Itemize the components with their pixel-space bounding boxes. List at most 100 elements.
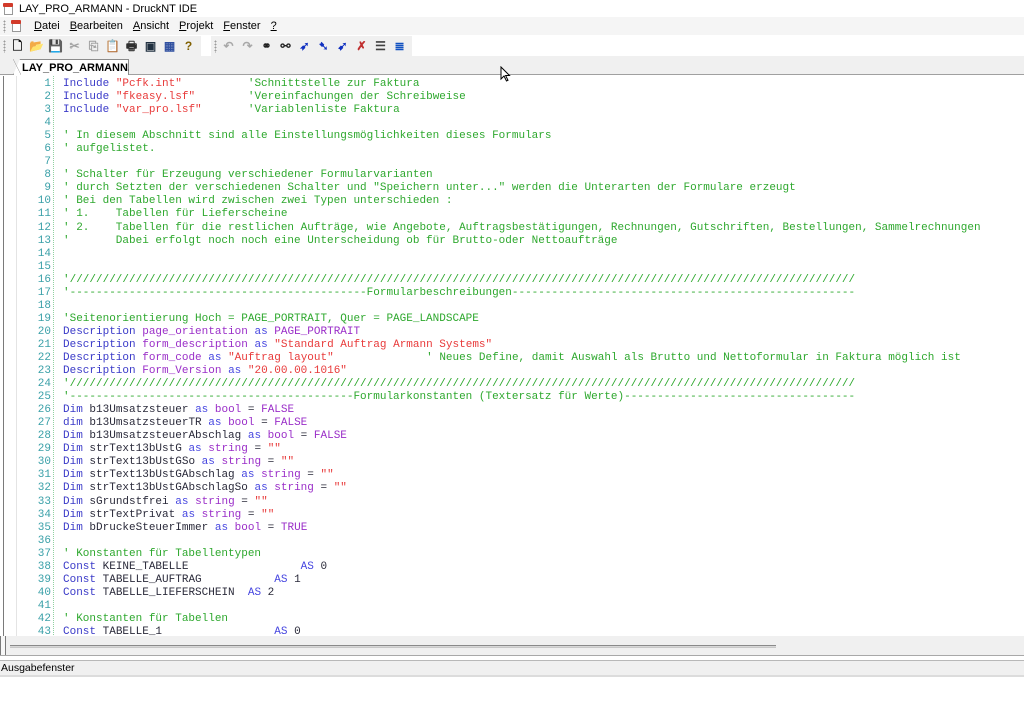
code-line[interactable]: 24 '/////////////////////////////////////… [0,378,1024,391]
tab-label: LAY_PRO_ARMANN.usf [22,61,148,74]
identifier: KEINE_TABELLE [102,560,189,573]
toolbar-grip-handle[interactable] [214,39,217,53]
line-number: 24 [37,378,51,391]
line-number: 17 [37,286,51,299]
document-menu-icon[interactable] [11,19,25,33]
code-line[interactable]: 21 Description form_description as "Stand… [0,339,1024,352]
menubar-grip-handle[interactable] [3,19,6,33]
code-content: ' aufgelistet. [63,143,155,156]
redo-button[interactable]: ↷ [240,38,256,54]
code-line[interactable]: 18 [0,300,1024,313]
bookmark-clear-button[interactable]: ✗ [354,38,370,54]
find-replace-button[interactable]: ⚯ [278,38,294,54]
menu-bar: Datei Bearbeiten Ansicht Projekt Fenster? [0,17,1024,35]
code-line[interactable]: 15 [0,261,1024,274]
outline-list-icon: ☰ [375,39,386,53]
paste-button[interactable]: 📋 [105,38,121,54]
line-number: 26 [37,404,51,417]
toolbar-grip-handle[interactable] [3,39,6,53]
help-button[interactable]: ? [181,38,197,54]
code-line[interactable]: 27 dim b13UmsatzsteuerTR as bool = FALSE [0,417,1024,430]
menu-item-ansicht[interactable]: Ansicht [128,20,174,32]
menu-item-projekt[interactable]: Projekt [174,20,218,32]
find-binoculars-button[interactable]: ⚭ [259,38,275,54]
code-line[interactable]: 19 'Seitenorientierung Hoch = PAGE_PORTRA… [0,313,1024,326]
code-line[interactable]: 2 Include "fkeasy.lsf" 'Vereinfachungen d… [0,91,1024,104]
code-line[interactable]: 29 Dim strText13bUstG as string = "" [0,443,1024,456]
code-line[interactable]: 3 Include "var_pro.lsf" 'Variablenliste F… [0,104,1024,117]
open-folder-button[interactable]: 📂 [29,38,45,54]
code-line[interactable]: 33 Dim sGrundstfrei as string = "" [0,496,1024,509]
outline-list-button[interactable]: ☰ [373,38,389,54]
code-line[interactable]: 10 ' Bei den Tabellen wird zwischen zwei … [0,195,1024,208]
code-line[interactable]: 42 ' Konstanten für Tabellen [0,613,1024,626]
line-number: 31 [37,469,51,482]
code-line[interactable]: 41 [0,600,1024,613]
code-line[interactable]: 23 Description Form_Version as "20.00.00.… [0,365,1024,378]
code-line[interactable]: 11 ' 1. Tabellen für Lieferscheine [0,208,1024,221]
code-line[interactable]: 1 Include "Pcfk.int" 'Schnittstelle zur F… [0,78,1024,91]
calendar-grid-button[interactable]: ▦ [162,38,178,54]
output-pane[interactable] [0,679,1024,719]
code-line[interactable]: 17 '-------------------------------------… [0,287,1024,300]
cut-button[interactable]: ✂ [67,38,83,54]
new-document-button[interactable]: 🗋 [10,38,26,54]
code-line[interactable]: 35 Dim bDruckeSteuerImmer as bool = TRUE [0,522,1024,535]
selection-margin[interactable] [16,76,17,636]
code-line[interactable]: 8 ' Schalter für Erzeugung verschiedener … [0,169,1024,182]
comment: 'Schnittstelle zur Faktura [247,78,420,90]
horizontal-scrollbar-thumb[interactable] [10,645,776,648]
menu-item-bearbeiten[interactable]: Bearbeiten [65,20,128,32]
preview-button[interactable]: ▣ [143,38,159,54]
save-button[interactable]: 💾 [48,38,64,54]
code-line[interactable]: 26 Dim b13Umsatzsteuer as bool = FALSE [0,404,1024,417]
menu-item-datei[interactable]: Datei [29,20,65,32]
code-line[interactable]: 16 '/////////////////////////////////////… [0,274,1024,287]
string-literal: "Pcfk.int" [115,78,182,90]
code-editor[interactable]: 1 Include "Pcfk.int" 'Schnittstelle zur F… [0,76,1024,636]
code-line[interactable]: 12 ' 2. Tabellen für die restlichen Auftr… [0,222,1024,235]
line-number: 7 [44,156,51,169]
code-line[interactable]: 30 Dim strText13bUstGSo as string = "" [0,456,1024,469]
code-line[interactable]: 6 ' aufgelistet. [0,143,1024,156]
code-line[interactable]: 39 Const TABELLE_AUFTRAG AS 1 [0,574,1024,587]
code-line[interactable]: 43 Const TABELLE_1 AS 0 [0,626,1024,636]
code-line[interactable]: 31 Dim strText13bUstGAbschlag as string =… [0,469,1024,482]
indent-list-button[interactable]: ≣ [392,38,408,54]
code-line[interactable]: 25 '-------------------------------------… [0,391,1024,404]
code-line[interactable]: 34 Dim strTextPrivat as string = "" [0,509,1024,522]
menu-item-fenster[interactable]: Fenster [218,20,265,32]
code-line[interactable]: 20 Description page_orientation as PAGE_P… [0,326,1024,339]
code-content: '///////////////////////////////////////… [63,274,855,287]
undo-button[interactable]: ↶ [221,38,237,54]
code-line[interactable]: 7 [0,156,1024,169]
calendar-grid-icon: ▦ [163,39,176,53]
code-line[interactable]: 38 Const KEINE_TABELLE AS 0 [0,561,1024,574]
redo-icon: ↷ [242,39,253,53]
copy-button[interactable]: ⎘ [86,38,102,54]
code-line[interactable]: 22 Description form_code as "Auftrag layo… [0,352,1024,365]
bookmark-prev-button[interactable]: ➹ [335,38,351,54]
line-number: 27 [37,417,51,430]
code-content: Const TABELLE_1 AS 0 [63,626,301,636]
code-line[interactable]: 4 [0,117,1024,130]
code-line[interactable]: 28 Dim b13UmsatzsteuerAbschlag as bool = … [0,430,1024,443]
bookmark-next-button[interactable]: ➷ [316,38,332,54]
menu-item-help[interactable]: ? [266,20,282,32]
code-line[interactable]: 32 Dim strText13bUstGAbschlagSo as string… [0,482,1024,495]
tab-lay-pro-armann[interactable]: LAY_PRO_ARMANN.usf [13,59,129,75]
code-line[interactable]: 14 [0,248,1024,261]
goto-arrow-button[interactable]: ➶ [297,38,313,54]
code-line[interactable]: 37 ' Konstanten für Tabellentypen [0,548,1024,561]
code-line[interactable]: 5 ' In diesem Abschnitt sind alle Einstel… [0,130,1024,143]
code-line[interactable]: 9 ' durch Setzten der verschiedenen Schal… [0,182,1024,195]
line-number: 28 [37,430,51,443]
print-button[interactable]: 🖶 [124,38,140,54]
code-line[interactable]: 13 ' Dabei erfolgt noch noch eine Untersc… [0,235,1024,248]
code-line[interactable]: 40 Const TABELLE_LIEFERSCHEIN AS 2 [0,587,1024,600]
type-or-constant: page_orientation [142,325,248,338]
code-line[interactable]: 36 [0,535,1024,548]
